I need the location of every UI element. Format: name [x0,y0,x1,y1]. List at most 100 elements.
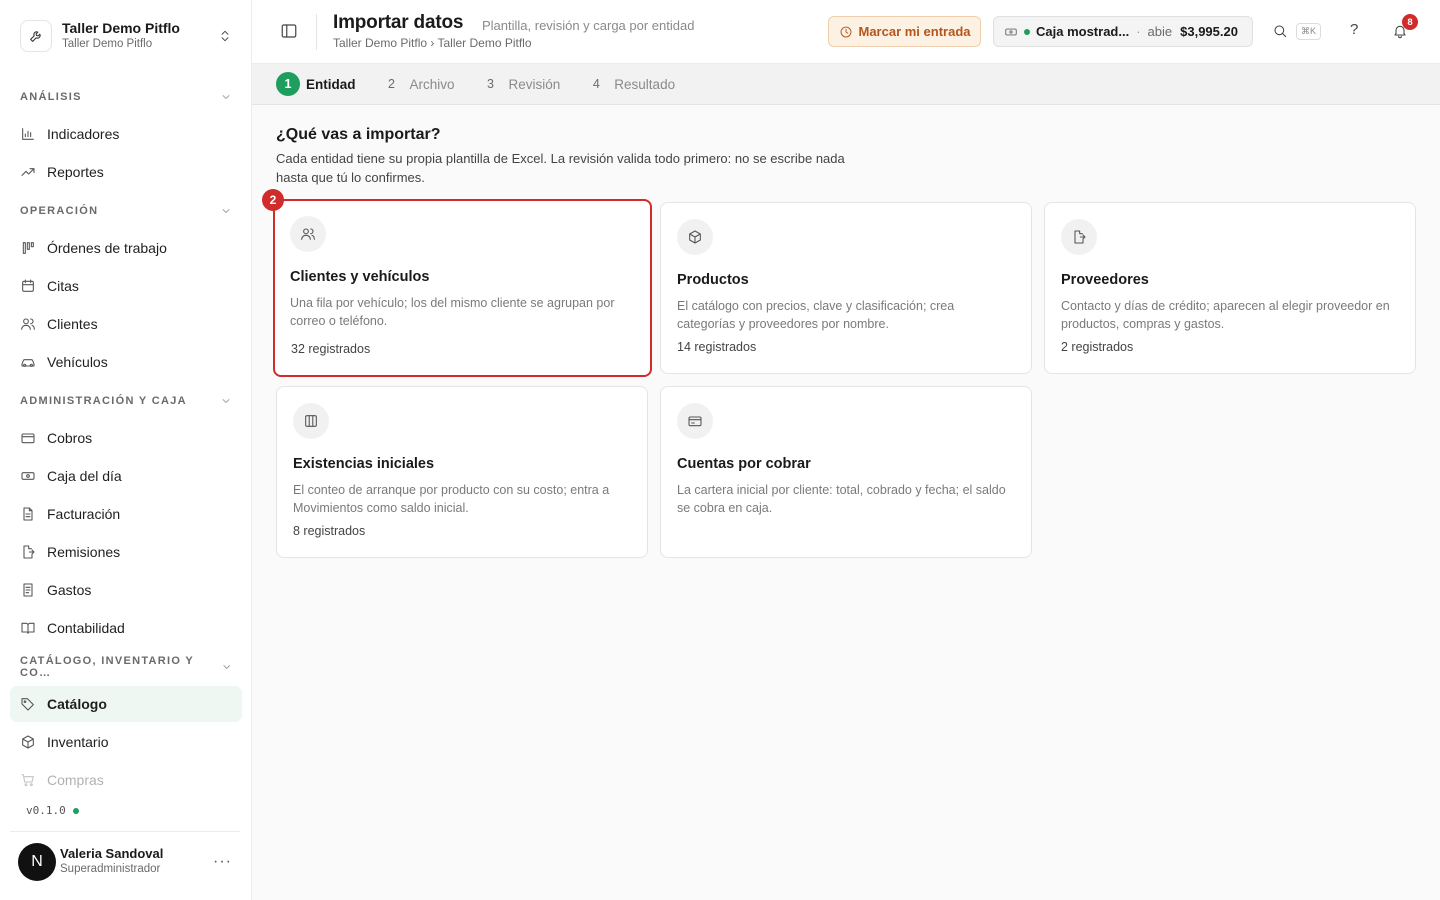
credit-card-icon [21,433,35,444]
notification-badge: 8 [1402,14,1418,30]
file-text-icon [23,507,33,521]
sidebar-item-compras[interactable]: Compras [10,762,242,793]
box-icon [22,735,34,749]
mark-entry-button[interactable]: Marcar mi entrada [828,16,981,47]
sidebar-item-label: Caja del día [47,468,122,484]
sidebar-item-reportes[interactable]: Reportes [10,154,242,190]
shortcut-hint: ⌘K [1296,23,1322,40]
avatar: N [18,842,56,881]
sidebar-item-label: Remisiones [47,544,121,560]
org-name: Taller Demo Pitflo [62,20,180,36]
sidebar-item-ordenes[interactable]: Órdenes de trabajo [10,230,242,266]
card-description: La cartera inicial por cliente: total, c… [677,483,1006,515]
org-subtitle: Taller Demo Pitflo [62,38,153,50]
sidebar-item-label: Facturación [47,506,121,522]
cash-register-button[interactable]: Caja mostrad... · abie $3,995.20 [993,16,1253,47]
cash-register-amount: $3,995.20 [1180,24,1238,39]
card-title: Productos [677,272,749,288]
sidebar-item-indicadores[interactable]: Indicadores [10,116,242,152]
chevrons-up-down-icon [218,29,232,43]
sidebar-item-label: Indicadores [47,126,120,142]
step-archivo[interactable]: 2 Archivo [380,72,455,96]
columns-icon [293,403,329,439]
card-count: 8 registrados [293,524,366,538]
card-title: Existencias iniciales [293,456,435,472]
step-label: Archivo [409,76,455,92]
section-catalogo[interactable]: CATÁLOGO, INVENTARIO Y CO… [10,648,242,686]
sidebar-item-facturacion[interactable]: Facturación [10,496,242,532]
status-dot [72,807,79,814]
step-revision[interactable]: 3 Revisión [479,72,560,96]
entity-card-existencias[interactable]: Existencias iniciales El conteo de arran… [276,386,648,558]
sidebar: Taller Demo Pitflo Taller Demo Pitflo AN… [0,0,252,900]
section-analisis[interactable]: ANÁLISIS [10,78,242,116]
topbar: Importar datos Plantilla, revisión y car… [252,0,1440,64]
sidebar-item-catalogo[interactable]: Catálogo [10,686,242,722]
entity-card-proveedores[interactable]: Proveedores Contacto y días de crédito; … [1044,202,1416,374]
tags-icon [21,698,34,711]
sidebar-item-clientes[interactable]: Clientes [10,306,242,342]
entity-card-productos[interactable]: Productos El catálogo con precios, clave… [660,202,1032,374]
sidebar-item-citas[interactable]: Citas [10,268,242,304]
chevron-down-icon [222,209,230,213]
file-export-icon [23,545,35,559]
step-number: 3 [487,77,494,91]
calendar-icon [22,279,34,292]
users-icon [21,318,35,330]
sidebar-item-contabilidad[interactable]: Contabilidad [10,610,242,646]
page-subtitle: Plantilla, revisión y carga por entidad [482,18,695,33]
sidebar-item-label: Catálogo [47,696,107,712]
sidebar-item-cobros[interactable]: Cobros [10,420,242,456]
sidebar-item-caja[interactable]: Caja del día [10,458,242,494]
divider [316,14,317,50]
box-icon [677,219,713,255]
sidebar-item-label: Compras [47,772,104,788]
section-heading: ¿Qué vas a importar? [276,126,441,143]
sidebar-item-label: Reportes [47,164,104,180]
status-dot [1024,28,1030,35]
user-menu[interactable]: N Valeria Sandoval Superadministrador ··… [10,831,240,891]
sidebar-item-label: Contabilidad [47,620,125,636]
more-horizontal-icon[interactable]: ··· [213,853,232,871]
kanban-icon [22,242,34,254]
sidebar-item-remisiones[interactable]: Remisiones [10,534,242,570]
cart-icon [21,774,34,787]
cash-register-status: abie [1147,24,1173,39]
sidebar-item-label: Cobros [47,430,93,446]
sidebar-item-inventario[interactable]: Inventario [10,724,242,760]
step-label: Resultado [614,76,676,92]
help-button[interactable]: ? [1350,21,1358,38]
banknote-icon [21,472,35,480]
app-version: v0.1.0 [26,804,79,817]
sidebar-item-label: Órdenes de trabajo [47,240,167,256]
entity-card-cuentas[interactable]: Cuentas por cobrar La cartera inicial po… [660,386,1032,558]
sidebar-item-vehiculos[interactable]: Vehículos [10,344,242,380]
step-resultado[interactable]: 4 Resultado [584,72,675,96]
sidebar-item-label: Gastos [47,582,92,598]
section-administracion[interactable]: ADMINISTRACIÓN Y CAJA [10,382,242,420]
user-role: Superadministrador [60,863,161,875]
entity-card-clientes[interactable]: Clientes y vehículos Una fila por vehícu… [273,199,652,377]
section-title: ANÁLISIS [20,91,82,103]
receipt-icon [23,583,33,597]
section-description: Cada entidad tiene su propia plantilla d… [276,151,845,185]
import-stepper: 1 Entidad 2 Archivo 3 Revisión 4 Resulta… [252,64,1440,105]
card-count: 14 registrados [677,340,757,354]
org-switcher[interactable]: Taller Demo Pitflo Taller Demo Pitflo [10,10,242,62]
bar-chart-icon [22,128,34,140]
user-name: Valeria Sandoval [60,846,164,861]
sidebar-item-gastos[interactable]: Gastos [10,572,242,608]
section-operacion[interactable]: OPERACIÓN [10,192,242,230]
step-number: 4 [592,77,600,91]
users-icon [290,216,326,252]
sidebar-item-label: Inventario [47,734,109,750]
card-description: Una fila por vehículo; los del mismo cli… [290,296,615,328]
car-icon [21,359,35,367]
search-icon[interactable] [1272,23,1288,39]
breadcrumb: Taller Demo Pitflo › Taller Demo Pitflo [333,36,532,50]
chevron-down-icon [222,399,230,403]
step-entidad[interactable]: 1 Entidad [276,72,356,96]
step-label: Entidad [306,76,356,92]
sidebar-toggle-icon[interactable] [280,22,300,42]
card-description: El catálogo con precios, clave y clasifi… [677,299,955,331]
